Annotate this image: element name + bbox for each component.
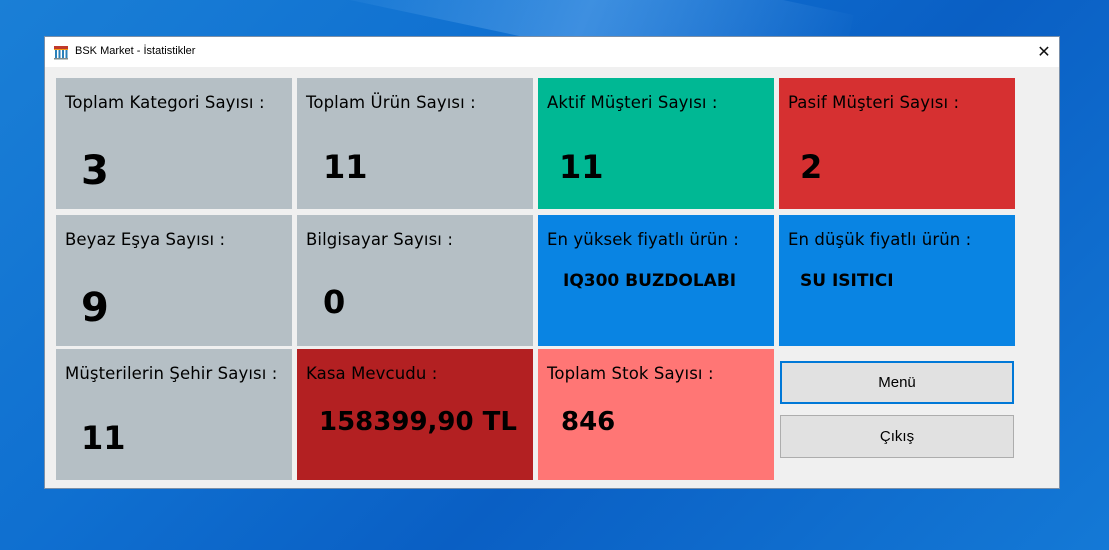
tile-value: 0: [323, 283, 346, 321]
close-icon: ✕: [1037, 42, 1051, 61]
tile-value: 11: [559, 148, 604, 186]
exit-button[interactable]: Çıkış: [780, 415, 1014, 458]
tile-label: Pasif Müşteri Sayısı :: [788, 93, 960, 112]
tile-value: 3: [81, 148, 109, 194]
statistics-window: BSK Market - İstatistikler ✕ Toplam Kate…: [44, 36, 1060, 489]
tile-label: En düşük fiyatlı ürün :: [788, 230, 972, 249]
exit-button-label: Çıkış: [879, 428, 915, 445]
tile-en-yuksek-fiyat: En yüksek fiyatlı ürün : IQ300 BUZDOLABI: [538, 215, 774, 346]
tile-value: IQ300 BUZDOLABI: [563, 271, 737, 291]
tile-value: 9: [81, 285, 109, 331]
tile-pasif-musteri: Pasif Müşteri Sayısı : 2: [779, 78, 1015, 209]
tile-label: Beyaz Eşya Sayısı :: [65, 230, 226, 249]
window-title: BSK Market - İstatistikler: [75, 45, 196, 57]
tile-sehir-sayisi: Müşterilerin Şehir Sayısı : 11: [56, 349, 292, 480]
menu-button[interactable]: Menü: [780, 361, 1014, 404]
tile-en-dusuk-fiyat: En düşük fiyatlı ürün : SU ISITICI: [779, 215, 1015, 346]
tile-bilgisayar: Bilgisayar Sayısı : 0: [297, 215, 533, 346]
tile-label: En yüksek fiyatlı ürün :: [547, 230, 739, 249]
tile-label: Bilgisayar Sayısı :: [306, 230, 453, 249]
menu-button-label: Menü: [878, 374, 916, 391]
tile-toplam-urun: Toplam Ürün Sayısı : 11: [297, 78, 533, 209]
tile-value: 846: [561, 407, 616, 437]
tile-value: 158399,90 TL: [319, 407, 517, 437]
tile-label: Toplam Stok Sayısı :: [547, 364, 714, 383]
tile-value: SU ISITICI: [800, 271, 894, 291]
close-button[interactable]: ✕: [1029, 37, 1059, 67]
tile-value: 2: [800, 148, 823, 186]
market-icon: [54, 46, 68, 60]
tile-toplam-kategori: Toplam Kategori Sayısı : 3: [56, 78, 292, 209]
tile-label: Kasa Mevcudu :: [306, 364, 438, 383]
tile-label: Aktif Müşteri Sayısı :: [547, 93, 718, 112]
tile-toplam-stok: Toplam Stok Sayısı : 846: [538, 349, 774, 480]
tile-kasa-mevcudu: Kasa Mevcudu : 158399,90 TL: [297, 349, 533, 480]
tile-value: 11: [81, 419, 126, 457]
tile-label: Toplam Kategori Sayısı :: [65, 93, 265, 112]
tile-label: Toplam Ürün Sayısı :: [306, 93, 476, 112]
title-bar[interactable]: BSK Market - İstatistikler ✕: [45, 37, 1059, 67]
tile-beyaz-esya: Beyaz Eşya Sayısı : 9: [56, 215, 292, 346]
tile-aktif-musteri: Aktif Müşteri Sayısı : 11: [538, 78, 774, 209]
tile-value: 11: [323, 148, 368, 186]
tile-label: Müşterilerin Şehir Sayısı :: [65, 364, 278, 383]
